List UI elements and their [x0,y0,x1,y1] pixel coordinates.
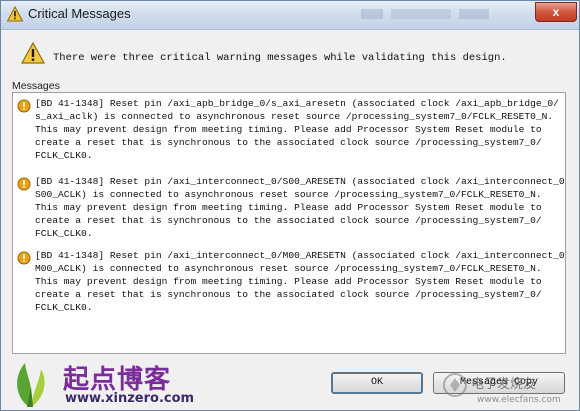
message-line: This may prevent design from meeting tim… [35,202,542,213]
title-bar[interactable]: Critical Messages x [1,1,579,30]
critical-messages-dialog: Critical Messages x There were three cri… [0,0,580,411]
message-line: [BD 41-1348] Reset pin /axi_interconnect… [35,250,566,261]
warning-icon [17,251,31,265]
warning-icon [17,177,31,191]
ok-button[interactable]: OK [331,372,423,394]
message-line: [BD 41-1348] Reset pin /axi_interconnect… [35,176,566,187]
message-line: M00_ACLK) is connected to asynchronous r… [35,263,542,274]
dialog-header: There were three critical warning messag… [1,30,579,78]
message-line: create a reset that is synchronous to th… [35,137,542,148]
warning-icon [17,99,31,113]
close-button[interactable]: x [535,2,577,22]
header-message: There were three critical warning messag… [53,52,507,64]
window-title: Critical Messages [28,6,131,21]
watermark-url: www.xinzero.com [65,391,195,406]
warning-icon [6,5,24,22]
message-line: This may prevent design from meeting tim… [35,124,542,135]
brand-leaf-logo [17,363,45,407]
watermark-right-url: www.elecfans.com [477,395,561,405]
title-bar-watermark-graphic [361,9,489,19]
message-line: s_axi_aclk) is connected to asynchronous… [35,111,554,122]
message-line: FCLK_CLK0. [35,228,93,239]
message-line: This may prevent design from meeting tim… [35,276,542,287]
message-line: create a reset that is synchronous to th… [35,215,542,226]
watermark-right-brand: 电子发烧友 [471,377,537,392]
message-line: [BD 41-1348] Reset pin /axi_apb_bridge_0… [35,98,559,109]
message-line: FCLK_CLK0. [35,150,93,161]
message-line: FCLK_CLK0. [35,302,93,313]
warning-icon [20,41,46,64]
messages-list[interactable]: [BD 41-1348] Reset pin /axi_apb_bridge_0… [12,92,566,354]
messages-group-label: Messages [12,80,60,92]
message-line: S00_ACLK) is connected to asynchronous r… [35,189,542,200]
close-icon: x [552,5,560,19]
message-line: create a reset that is synchronous to th… [35,289,542,300]
